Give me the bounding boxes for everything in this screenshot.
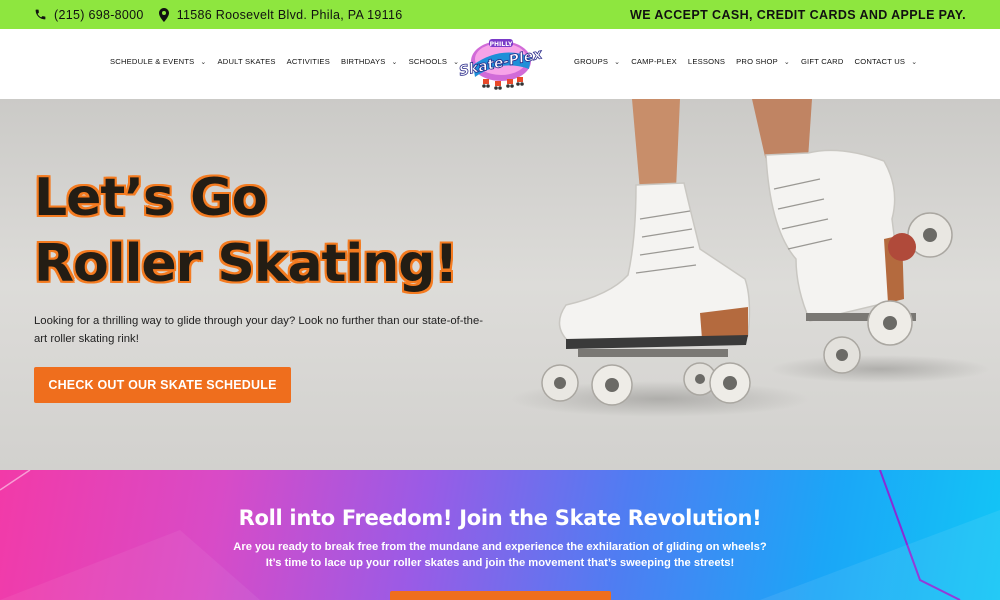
nav-item-label: SCHOOLS [408,57,448,66]
chevron-down-icon[interactable]: ⌄ [784,58,790,66]
promo-heading: Roll into Freedom! Join the Skate Revolu… [238,506,762,530]
main-navigation: SCHEDULE & EVENTS ⌄ ADULT SKATES ACTIVITIES… [0,29,1000,99]
nav-item-camp-plex[interactable]: CAMP-PLEX [631,57,677,66]
nav-item-lessons[interactable]: LESSONS [688,57,725,66]
address-contact[interactable]: 11586 Roosevelt Blvd. Phila, PA 19116 [158,7,403,22]
hero-title-line-2: Roller Skating! [34,234,458,294]
chevron-down-icon[interactable]: ⌄ [911,58,917,66]
svg-text:PHILLY: PHILLY [490,41,513,48]
nav-item-label: LESSONS [687,57,726,66]
chevron-down-icon[interactable]: ⌄ [200,58,206,66]
skate-plex-logo: PHILLY Skate-Plex [457,39,545,90]
promo-text: Are you ready to break free from the mun… [233,541,767,569]
nav-item-pro-shop[interactable]: PRO SHOP ⌄ [736,57,790,66]
phone-number[interactable]: (215) 698-8000 [54,8,144,22]
nav-item-schools[interactable]: SCHOOLS ⌄ [409,57,460,66]
chevron-down-icon[interactable]: ⌄ [614,58,620,66]
nav-menu-right: GROUPS ⌄ CAMP-PLEX LESSONS PRO SHOP ⌄ GIFT CAR… [574,57,928,66]
nav-item-label: BIRTHDAYS [340,57,386,66]
nav-item-adult-skates[interactable]: ADULT SKATES [218,57,276,66]
hero-title: Let’s Go Roller Skating! [34,165,554,297]
nav-item-gift-card[interactable]: GIFT CARD [801,57,844,66]
promo-decoration [0,470,1000,600]
nav-item-label: GIFT CARD [800,57,844,66]
nav-item-label: CAMP-PLEX [631,57,677,66]
nav-item-label: CONTACT US [854,57,906,66]
nav-menu-left: SCHEDULE & EVENTS ⌄ ADULT SKATES ACTIVITIES… [110,57,470,66]
location-pin-icon [158,7,169,22]
nav-item-label: SCHEDULE & EVENTS [110,57,195,66]
promo-section: Roll into Freedom! Join the Skate Revolu… [0,470,1000,600]
phone-contact[interactable]: (215) 698-8000 [34,8,144,22]
top-info-bar: (215) 698-8000 11586 Roosevelt Blvd. Phi… [0,0,1000,29]
nav-item-label: ACTIVITIES [286,57,330,66]
hero-description: Looking for a thrilling way to glide thr… [34,315,484,345]
nav-item-label: ADULT SKATES [217,57,276,66]
nav-item-groups[interactable]: GROUPS ⌄ [574,57,620,66]
phone-icon [35,9,46,20]
hero-title-line-1: Let’s Go [34,168,267,228]
chevron-down-icon[interactable]: ⌄ [392,58,398,66]
nav-item-activities[interactable]: ACTIVITIES [287,57,330,66]
promo-button[interactable] [390,591,611,600]
nav-item-birthdays[interactable]: BIRTHDAYS ⌄ [341,57,398,66]
address-text[interactable]: 11586 Roosevelt Blvd. Phila, PA 19116 [177,8,403,22]
payment-notice: WE ACCEPT CASH, CREDIT CARDS AND APPLE P… [630,7,966,22]
skate-schedule-button[interactable]: CHECK OUT OUR SKATE SCHEDULE [34,367,291,403]
nav-item-schedule-events[interactable]: SCHEDULE & EVENTS ⌄ [110,57,207,66]
nav-item-label: GROUPS [574,57,609,66]
site-logo[interactable]: PHILLY Skate-Plex [457,35,545,95]
nav-item-label: PRO SHOP [736,57,778,66]
nav-item-contact-us[interactable]: CONTACT US ⌄ [855,57,918,66]
hero-section: Let’s Go Roller Skating! Looking for a t… [0,99,1000,470]
